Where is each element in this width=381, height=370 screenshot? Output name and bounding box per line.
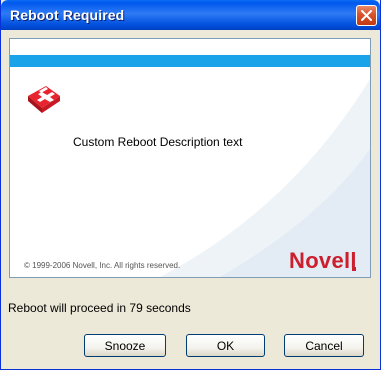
close-icon [361, 10, 372, 21]
reboot-dialog: Reboot Required Custom Reboot Descriptio… [0, 0, 381, 370]
countdown-status: Reboot will proceed in 79 seconds [8, 301, 191, 315]
logo-dot [352, 267, 356, 271]
first-aid-kit-icon [28, 86, 60, 113]
cancel-button[interactable]: Cancel [284, 334, 364, 357]
title-bar[interactable]: Reboot Required [1, 0, 380, 30]
copyright-text: © 1999-2006 Novell, Inc. All rights rese… [24, 261, 181, 270]
snooze-button[interactable]: Snooze [84, 334, 166, 357]
reboot-description: Custom Reboot Description text [73, 135, 243, 149]
header-accent-bar [10, 55, 370, 67]
description-panel: Custom Reboot Description text © 1999-20… [9, 38, 371, 278]
window-title: Reboot Required [10, 7, 125, 23]
novell-logo: Novell [289, 248, 357, 273]
ok-button[interactable]: OK [186, 334, 265, 357]
close-button[interactable] [356, 5, 377, 26]
background-swoosh [160, 79, 370, 277]
